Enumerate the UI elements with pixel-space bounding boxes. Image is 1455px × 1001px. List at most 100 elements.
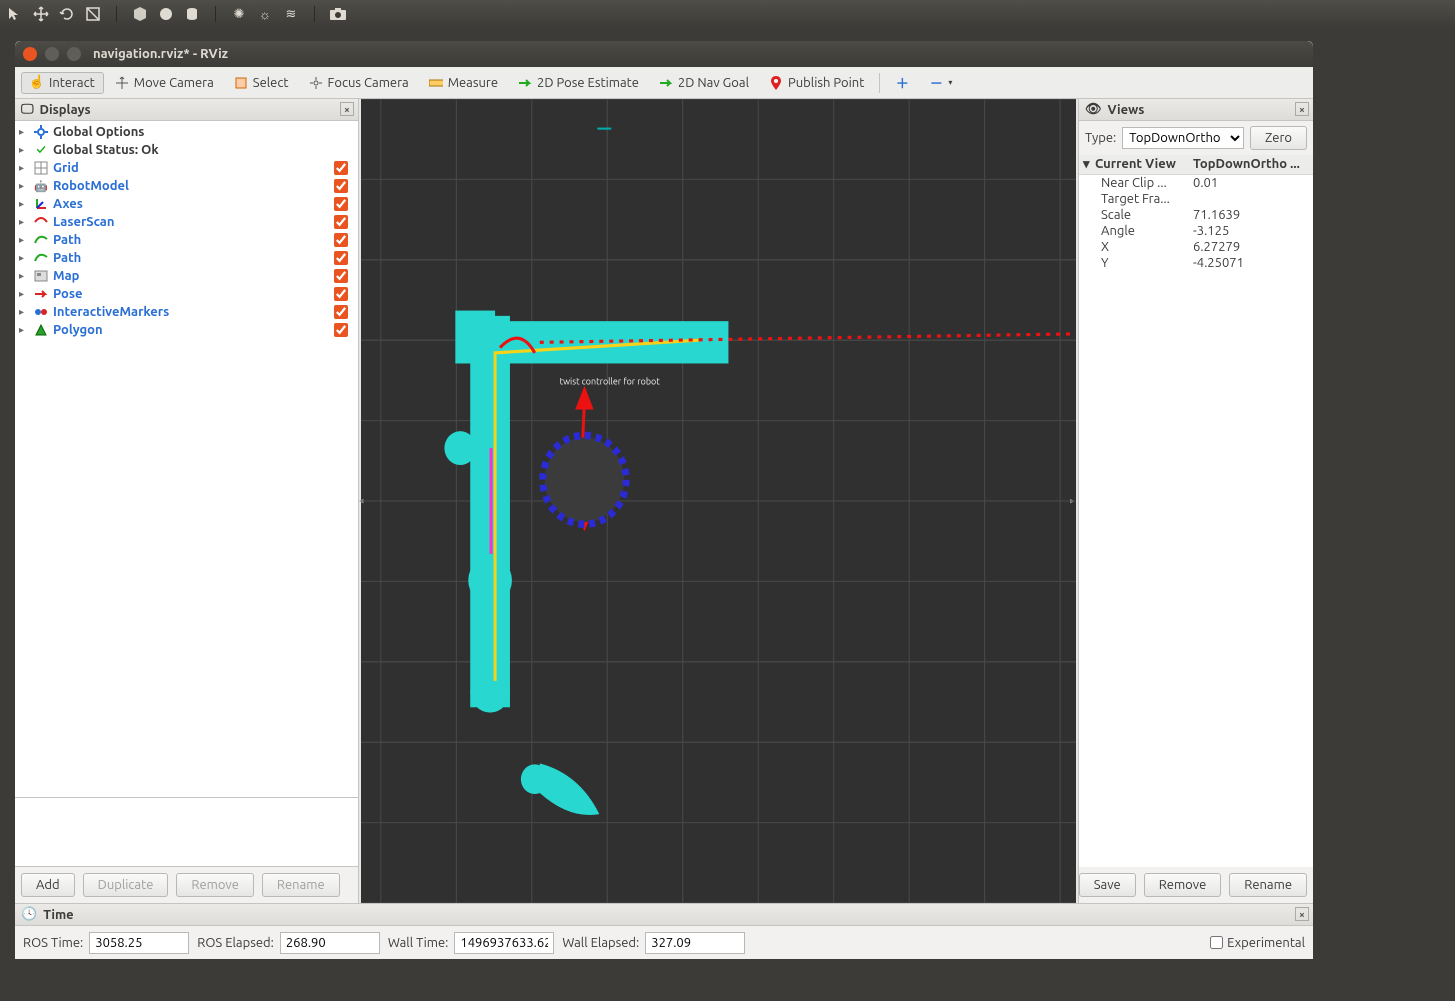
add-tool-button[interactable]: ＋: [886, 72, 918, 94]
visibility-checkbox[interactable]: [334, 323, 348, 337]
visibility-checkbox[interactable]: [334, 161, 348, 175]
camera-icon[interactable]: [329, 5, 347, 23]
property-row[interactable]: Near Clip ...0.01: [1079, 175, 1313, 191]
chevron-right-icon[interactable]: ▸: [19, 288, 29, 300]
visibility-checkbox[interactable]: [334, 287, 348, 301]
property-row[interactable]: Angle-3.125: [1079, 223, 1313, 239]
tree-item[interactable]: ▸Map: [15, 267, 358, 285]
property-value[interactable]: [1189, 191, 1197, 207]
tree-item[interactable]: ▸LaserScan: [15, 213, 358, 231]
displays-header[interactable]: 🖵 Displays ×: [15, 99, 358, 121]
visibility-checkbox[interactable]: [334, 233, 348, 247]
chevron-right-icon[interactable]: ▸: [19, 216, 29, 228]
displays-tree[interactable]: ▸Global Options▸✓Global Status: Ok▸Grid▸…: [15, 121, 358, 797]
viewport-3d[interactable]: ◂ ▸: [359, 99, 1078, 903]
chevron-right-icon[interactable]: ▸: [19, 198, 29, 210]
pose-estimate-tool[interactable]: 2D Pose Estimate: [509, 72, 648, 94]
light-icon[interactable]: ✺: [230, 5, 248, 23]
visibility-checkbox[interactable]: [334, 215, 348, 229]
select-tool[interactable]: Select: [225, 72, 298, 94]
property-row[interactable]: Target Fra...: [1079, 191, 1313, 207]
interact-tool[interactable]: ☝ Interact: [21, 72, 104, 94]
titlebar[interactable]: navigation.rviz* - RViz: [15, 41, 1313, 67]
measure-tool[interactable]: Measure: [420, 72, 507, 94]
window-maximize-button[interactable]: [67, 47, 81, 61]
property-row[interactable]: Y-4.25071: [1079, 255, 1313, 271]
chevron-right-icon[interactable]: ▸: [19, 144, 29, 156]
visibility-checkbox[interactable]: [334, 197, 348, 211]
property-value[interactable]: 6.27279: [1189, 239, 1244, 255]
tree-item[interactable]: ▸Grid: [15, 159, 358, 177]
sphere-icon[interactable]: [157, 5, 175, 23]
rename-button[interactable]: Rename: [262, 873, 340, 897]
window-minimize-button[interactable]: [45, 47, 59, 61]
chevron-right-icon[interactable]: ▸: [19, 162, 29, 174]
cylinder-icon[interactable]: [183, 5, 201, 23]
remove-button[interactable]: Remove: [176, 873, 254, 897]
ros-time-input[interactable]: [89, 932, 189, 954]
tree-item[interactable]: ▸Path: [15, 231, 358, 249]
rotate-icon[interactable]: [58, 5, 76, 23]
window-close-button[interactable]: [23, 47, 37, 61]
visibility-checkbox[interactable]: [334, 251, 348, 265]
close-icon[interactable]: ×: [1295, 102, 1309, 116]
chevron-right-icon[interactable]: ▸: [19, 234, 29, 246]
wall-elapsed-input[interactable]: [645, 932, 745, 954]
light2-icon[interactable]: ☼: [256, 5, 274, 23]
property-value[interactable]: -4.25071: [1189, 255, 1248, 271]
property-value[interactable]: 71.1639: [1189, 207, 1244, 223]
views-rename-button[interactable]: Rename: [1229, 873, 1307, 897]
property-row[interactable]: Scale71.1639: [1079, 207, 1313, 223]
duplicate-button[interactable]: Duplicate: [83, 873, 169, 897]
layers-icon[interactable]: ≋: [282, 5, 300, 23]
chevron-right-icon[interactable]: ▸: [19, 180, 29, 192]
visibility-checkbox[interactable]: [334, 269, 348, 283]
path-icon: [33, 251, 49, 265]
view-type-select[interactable]: TopDownOrtho: [1122, 127, 1244, 149]
publish-point-tool[interactable]: Publish Point: [760, 72, 873, 94]
chevron-right-icon[interactable]: ▸: [19, 252, 29, 264]
zero-button[interactable]: Zero: [1250, 126, 1307, 150]
property-value[interactable]: 0.01: [1189, 175, 1222, 191]
tree-item[interactable]: ▸ Global Options: [15, 123, 358, 141]
focus-camera-tool[interactable]: Focus Camera: [300, 72, 418, 94]
add-button[interactable]: Add: [21, 873, 75, 897]
move-camera-icon: [115, 76, 129, 90]
monitor-icon: 🖵: [21, 102, 34, 117]
description-area: [15, 797, 358, 867]
cube-icon[interactable]: [131, 5, 149, 23]
time-header[interactable]: 🕓 Time ×: [15, 904, 1313, 926]
move-icon[interactable]: [32, 5, 50, 23]
tree-item[interactable]: ▸Polygon: [15, 321, 358, 339]
move-camera-tool[interactable]: Move Camera: [106, 72, 223, 94]
tree-item[interactable]: ▸🤖RobotModel: [15, 177, 358, 195]
tree-item[interactable]: ▸Pose: [15, 285, 358, 303]
chevron-right-icon[interactable]: ▸: [19, 324, 29, 336]
close-icon[interactable]: ×: [1295, 907, 1309, 921]
remove-tool-button[interactable]: －▾: [920, 72, 961, 94]
chevron-right-icon[interactable]: ▸: [19, 306, 29, 318]
wall-time-input[interactable]: [454, 932, 554, 954]
tree-item[interactable]: ▸Path: [15, 249, 358, 267]
tree-item[interactable]: ▸✓Global Status: Ok: [15, 141, 358, 159]
visibility-checkbox[interactable]: [334, 305, 348, 319]
views-header[interactable]: 👁 Views ×: [1079, 99, 1313, 121]
tree-item[interactable]: ▸Axes: [15, 195, 358, 213]
views-remove-button[interactable]: Remove: [1144, 873, 1222, 897]
ros-elapsed-input[interactable]: [280, 932, 380, 954]
property-value[interactable]: -3.125: [1189, 223, 1233, 239]
view-properties[interactable]: ▾ Current View TopDownOrtho ... Near Cli…: [1079, 155, 1313, 867]
property-row[interactable]: X6.27279: [1079, 239, 1313, 255]
chevron-right-icon[interactable]: ▸: [19, 270, 29, 282]
scale-icon[interactable]: [84, 5, 102, 23]
visibility-checkbox[interactable]: [334, 179, 348, 193]
nav-goal-tool[interactable]: 2D Nav Goal: [650, 72, 758, 94]
experimental-checkbox[interactable]: Experimental: [1210, 936, 1305, 950]
close-icon[interactable]: ×: [340, 102, 354, 116]
views-save-button[interactable]: Save: [1079, 873, 1136, 897]
plus-icon: ＋: [895, 76, 909, 90]
tree-item-label: Global Options: [53, 125, 354, 139]
cursor-icon[interactable]: [6, 5, 24, 23]
tree-item[interactable]: ▸InteractiveMarkers: [15, 303, 358, 321]
chevron-right-icon[interactable]: ▸: [19, 126, 29, 138]
